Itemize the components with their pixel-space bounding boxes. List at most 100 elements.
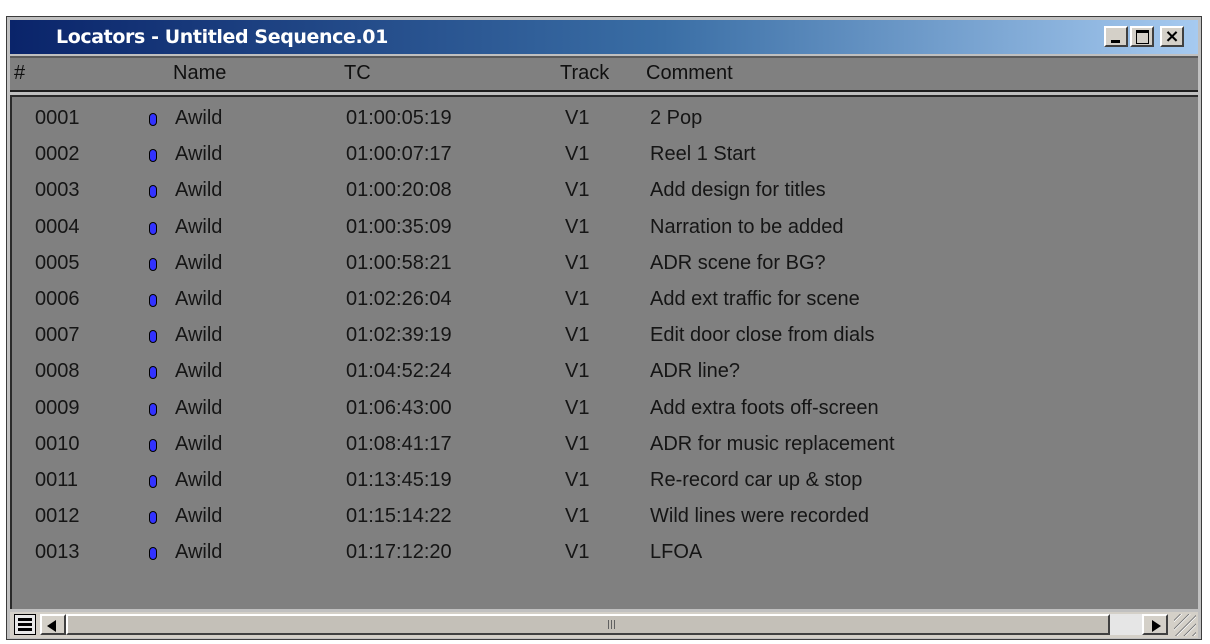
locator-marker-icon[interactable] [149,547,157,561]
locator-number: 0003 [35,179,80,202]
locator-comment: Wild lines were recorded [650,505,869,528]
table-row[interactable]: 0003 Awild 01:00:20:08 V1 Add design for tit… [12,173,1198,209]
locator-track: V1 [565,360,590,383]
locator-name: Awild [175,251,223,274]
grip-icon [608,620,617,629]
locator-marker-icon[interactable] [149,511,157,525]
locator-comment: ADR scene for BG? [650,251,826,274]
list-menu-icon[interactable] [14,614,36,635]
locator-number: 0010 [35,432,80,455]
table-row[interactable]: 0001 Awild 01:00:05:19 V1 2 Pop [12,101,1198,137]
scroll-left-button[interactable] [40,614,66,635]
locator-marker-icon[interactable] [149,330,157,344]
close-icon: × [1164,26,1180,47]
locator-number: 0008 [35,360,80,383]
scroll-right-button[interactable] [1142,614,1168,635]
locator-timecode: 01:00:20:08 [346,179,452,202]
locator-name: Awild [175,143,223,166]
locator-marker-icon[interactable] [149,149,157,163]
table-row[interactable]: 0013 Awild 01:17:12:20 V1 LFOA [12,535,1198,571]
locator-track: V1 [565,107,590,129]
locator-timecode: 01:00:05:19 [346,107,452,129]
locator-track: V1 [565,432,590,455]
column-header-name[interactable]: Name [173,62,226,85]
locator-name: Awild [175,288,223,310]
locator-list[interactable]: 0001 Awild 01:00:05:19 V1 2 Pop 0002 Awild 01:0… [10,95,1198,609]
locator-marker-icon[interactable] [149,221,157,235]
locator-number: 0012 [35,505,80,528]
locator-name: Awild [175,107,223,129]
locator-track: V1 [565,469,590,491]
resize-grip-icon[interactable] [1174,614,1196,636]
minimize-button[interactable] [1104,26,1128,47]
locator-track: V1 [565,251,590,274]
locator-marker-icon[interactable] [149,438,157,452]
locator-number: 0006 [35,288,80,310]
column-header-track[interactable]: Track [560,62,609,85]
locator-timecode: 01:02:26:04 [346,288,452,310]
column-header-number[interactable]: # [14,62,25,85]
locator-marker-icon[interactable] [149,366,157,380]
locator-name: Awild [175,396,223,419]
table-row[interactable]: 0008 Awild 01:04:52:24 V1 ADR line? [12,354,1198,390]
locator-timecode: 01:00:35:09 [346,215,452,238]
locator-name: Awild [175,432,223,455]
table-row[interactable]: 0009 Awild 01:06:43:00 V1 Add extra foots of… [12,391,1198,427]
locator-number: 0007 [35,324,80,347]
locator-timecode: 01:02:39:19 [346,324,452,347]
locator-marker-icon[interactable] [149,185,157,199]
locator-comment: Narration to be added [650,215,844,238]
table-row[interactable]: 0011 Awild 01:13:45:19 V1 Re-record car up &… [12,463,1198,499]
locators-window: Locators - Untitled Sequence.01 × # Name… [6,16,1202,640]
minimize-icon [1111,40,1120,43]
locator-comment: ADR line? [650,360,741,383]
locator-comment: Edit door close from dials [650,324,875,347]
locator-name: Awild [175,179,223,202]
locator-name: Awild [175,324,223,347]
column-header-comment[interactable]: Comment [646,62,733,85]
table-row[interactable]: 0012 Awild 01:15:14:22 V1 Wild lines were re… [12,499,1198,535]
locator-marker-icon[interactable] [149,294,157,307]
close-button[interactable]: × [1160,26,1184,47]
locator-marker-icon[interactable] [149,475,157,488]
locator-timecode: 01:00:58:21 [346,251,452,274]
table-row[interactable]: 0005 Awild 01:00:58:21 V1 ADR scene for BG? [12,246,1198,282]
locator-name: Awild [175,469,223,491]
locator-comment: Add extra foots off-screen [650,396,879,419]
locator-track: V1 [565,179,590,202]
locator-name: Awild [175,360,223,383]
locator-track: V1 [565,324,590,347]
table-row[interactable]: 0006 Awild 01:02:26:04 V1 Add ext traffic fo… [12,282,1198,318]
title-bar[interactable]: Locators - Untitled Sequence.01 × [10,20,1198,54]
locator-track: V1 [565,541,590,564]
locator-timecode: 01:13:45:19 [346,469,452,491]
locator-number: 0005 [35,251,80,274]
locator-name: Awild [175,505,223,528]
locator-name: Awild [175,215,223,238]
locator-timecode: 01:15:14:22 [346,505,452,528]
locator-number: 0001 [35,107,80,129]
maximize-icon [1136,30,1149,44]
locator-marker-icon[interactable] [149,113,157,126]
locator-marker-icon[interactable] [149,257,157,271]
scroll-right-arrow-icon [1152,620,1161,632]
locator-comment: LFOA [650,541,703,564]
table-row[interactable]: 0010 Awild 01:08:41:17 V1 ADR for music repl… [12,427,1198,463]
maximize-button[interactable] [1130,26,1154,47]
locator-track: V1 [565,215,590,238]
locator-number: 0004 [35,215,80,238]
column-header-tc[interactable]: TC [344,62,371,85]
locator-comment: Re-record car up & stop [650,469,863,491]
scroll-left-arrow-icon [47,620,56,632]
scroll-thumb[interactable] [66,614,1110,635]
locator-timecode: 01:06:43:00 [346,396,452,419]
table-row[interactable]: 0007 Awild 01:02:39:19 V1 Edit door close fr… [12,318,1198,354]
locator-comment: Reel 1 Start [650,143,756,166]
column-header: # Name TC Track Comment [10,56,1198,92]
locator-marker-icon[interactable] [149,402,157,416]
locator-track: V1 [565,288,590,310]
locator-name: Awild [175,541,223,564]
locator-timecode: 01:17:12:20 [346,541,452,564]
table-row[interactable]: 0002 Awild 01:00:07:17 V1 Reel 1 Start [12,137,1198,173]
table-row[interactable]: 0004 Awild 01:00:35:09 V1 Narration to be ad… [12,210,1198,246]
